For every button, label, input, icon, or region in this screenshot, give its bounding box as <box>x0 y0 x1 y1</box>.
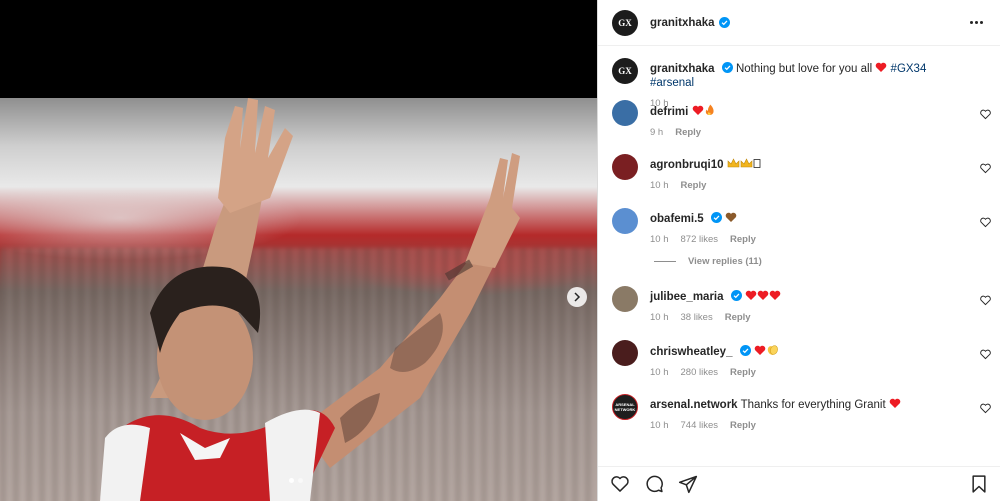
comment-likes[interactable]: 38 likes <box>681 312 713 323</box>
red-heart-emoji <box>889 398 901 408</box>
post-photo <box>0 98 597 501</box>
like-icon[interactable] <box>980 163 991 174</box>
post-panel: GX granitxhaka GX granitxhaka Nothing bu… <box>597 0 1000 501</box>
comment-username[interactable]: arsenal.network <box>650 399 738 411</box>
comments-list: GX granitxhaka Nothing but love for you … <box>598 58 1000 442</box>
post-media <box>0 0 597 501</box>
verified-icon <box>718 17 730 28</box>
comment-username[interactable]: chriswheatley_ <box>650 346 732 358</box>
comment-username[interactable]: agronbruqi10 <box>650 159 723 171</box>
view-replies-button[interactable]: View replies (11) <box>598 254 1000 268</box>
reply-button[interactable]: Reply <box>725 312 751 323</box>
missing-glyph-icon <box>753 159 761 168</box>
hashtag[interactable]: #GX34 <box>891 63 927 75</box>
comment-avatar[interactable] <box>612 100 638 126</box>
comment-icon[interactable] <box>644 474 664 494</box>
red-heart-emoji <box>876 62 887 72</box>
comment-likes[interactable]: 744 likes <box>681 420 719 431</box>
comment: chriswheatley_ 10 h 280 likes Reply <box>598 340 1000 394</box>
verified-icon <box>710 212 722 223</box>
post-actions <box>598 466 1000 501</box>
author-avatar[interactable]: GX <box>612 9 638 36</box>
comment-time: 10 h <box>650 234 669 245</box>
like-icon[interactable] <box>980 403 991 414</box>
red-heart-emoji <box>692 105 703 115</box>
comment: obafemi.5 10 h 872 likes Reply <box>598 208 1000 254</box>
avatar-logo: ARSENAL NETWORK <box>614 402 636 412</box>
comment-time: 10 h <box>650 312 669 323</box>
comment-time: 9 h <box>650 127 664 138</box>
caption: GX granitxhaka Nothing but love for you … <box>598 58 1000 109</box>
caption-avatar[interactable]: GX <box>612 58 638 84</box>
verified-icon <box>739 345 751 356</box>
clap-emoji <box>767 345 778 355</box>
chevron-right-icon <box>574 292 581 302</box>
comment-avatar[interactable] <box>612 286 638 312</box>
comment-avatar[interactable] <box>612 208 638 234</box>
reply-button[interactable]: Reply <box>675 127 701 138</box>
fire-emoji <box>705 104 714 115</box>
comment-avatar[interactable]: ARSENAL NETWORK <box>612 394 638 420</box>
comment-time: 10 h <box>650 367 669 378</box>
hashtag[interactable]: #arsenal <box>650 77 694 89</box>
carousel-dots <box>289 478 303 483</box>
like-icon[interactable] <box>980 109 991 120</box>
author-username[interactable]: granitxhaka <box>650 17 715 29</box>
comment-avatar[interactable] <box>612 154 638 180</box>
comment-username[interactable]: julibee_maria <box>650 291 724 303</box>
comment-username[interactable]: obafemi.5 <box>650 213 704 225</box>
caption-text: Nothing but love for you all <box>735 63 873 75</box>
comment-likes[interactable]: 280 likes <box>681 367 719 378</box>
comment-time: 10 h <box>650 180 669 191</box>
comment-text: Thanks for everything Granit <box>740 399 886 411</box>
like-icon[interactable] <box>980 295 991 306</box>
reply-button[interactable]: Reply <box>730 367 756 378</box>
carousel-next-button[interactable] <box>567 287 587 307</box>
crown-emoji <box>740 158 752 168</box>
comment-avatar[interactable] <box>612 340 638 366</box>
comment: ARSENAL NETWORK arsenal.network Thanks f… <box>598 394 1000 442</box>
caption-username[interactable]: granitxhaka <box>650 63 715 75</box>
like-icon[interactable] <box>980 217 991 228</box>
red-heart-emoji <box>754 345 766 355</box>
reply-button[interactable]: Reply <box>730 420 756 431</box>
more-icon[interactable] <box>966 17 986 29</box>
comment: julibee_maria 10 h 38 likes Reply <box>598 286 1000 340</box>
like-icon[interactable] <box>610 474 630 494</box>
brown-heart-emoji <box>725 212 737 222</box>
verified-icon <box>721 62 733 73</box>
comment: defrimi 9 h Reply <box>598 100 1000 154</box>
comment-likes[interactable]: 872 likes <box>681 234 719 245</box>
share-icon[interactable] <box>678 474 698 494</box>
red-heart-emoji <box>757 290 769 300</box>
comment-username[interactable]: defrimi <box>650 106 688 118</box>
reply-button[interactable]: Reply <box>681 180 707 191</box>
comment: agronbruqi10 10 h Reply <box>598 154 1000 208</box>
player-illustration <box>100 98 520 501</box>
like-icon[interactable] <box>980 349 991 360</box>
comment-time: 10 h <box>650 420 669 431</box>
reply-button[interactable]: Reply <box>730 234 756 245</box>
red-heart-emoji <box>769 290 781 300</box>
crown-emoji <box>727 158 739 168</box>
save-icon[interactable] <box>969 474 989 494</box>
post-header: GX granitxhaka <box>598 0 1000 46</box>
verified-icon <box>730 290 742 301</box>
red-heart-emoji <box>745 290 757 300</box>
